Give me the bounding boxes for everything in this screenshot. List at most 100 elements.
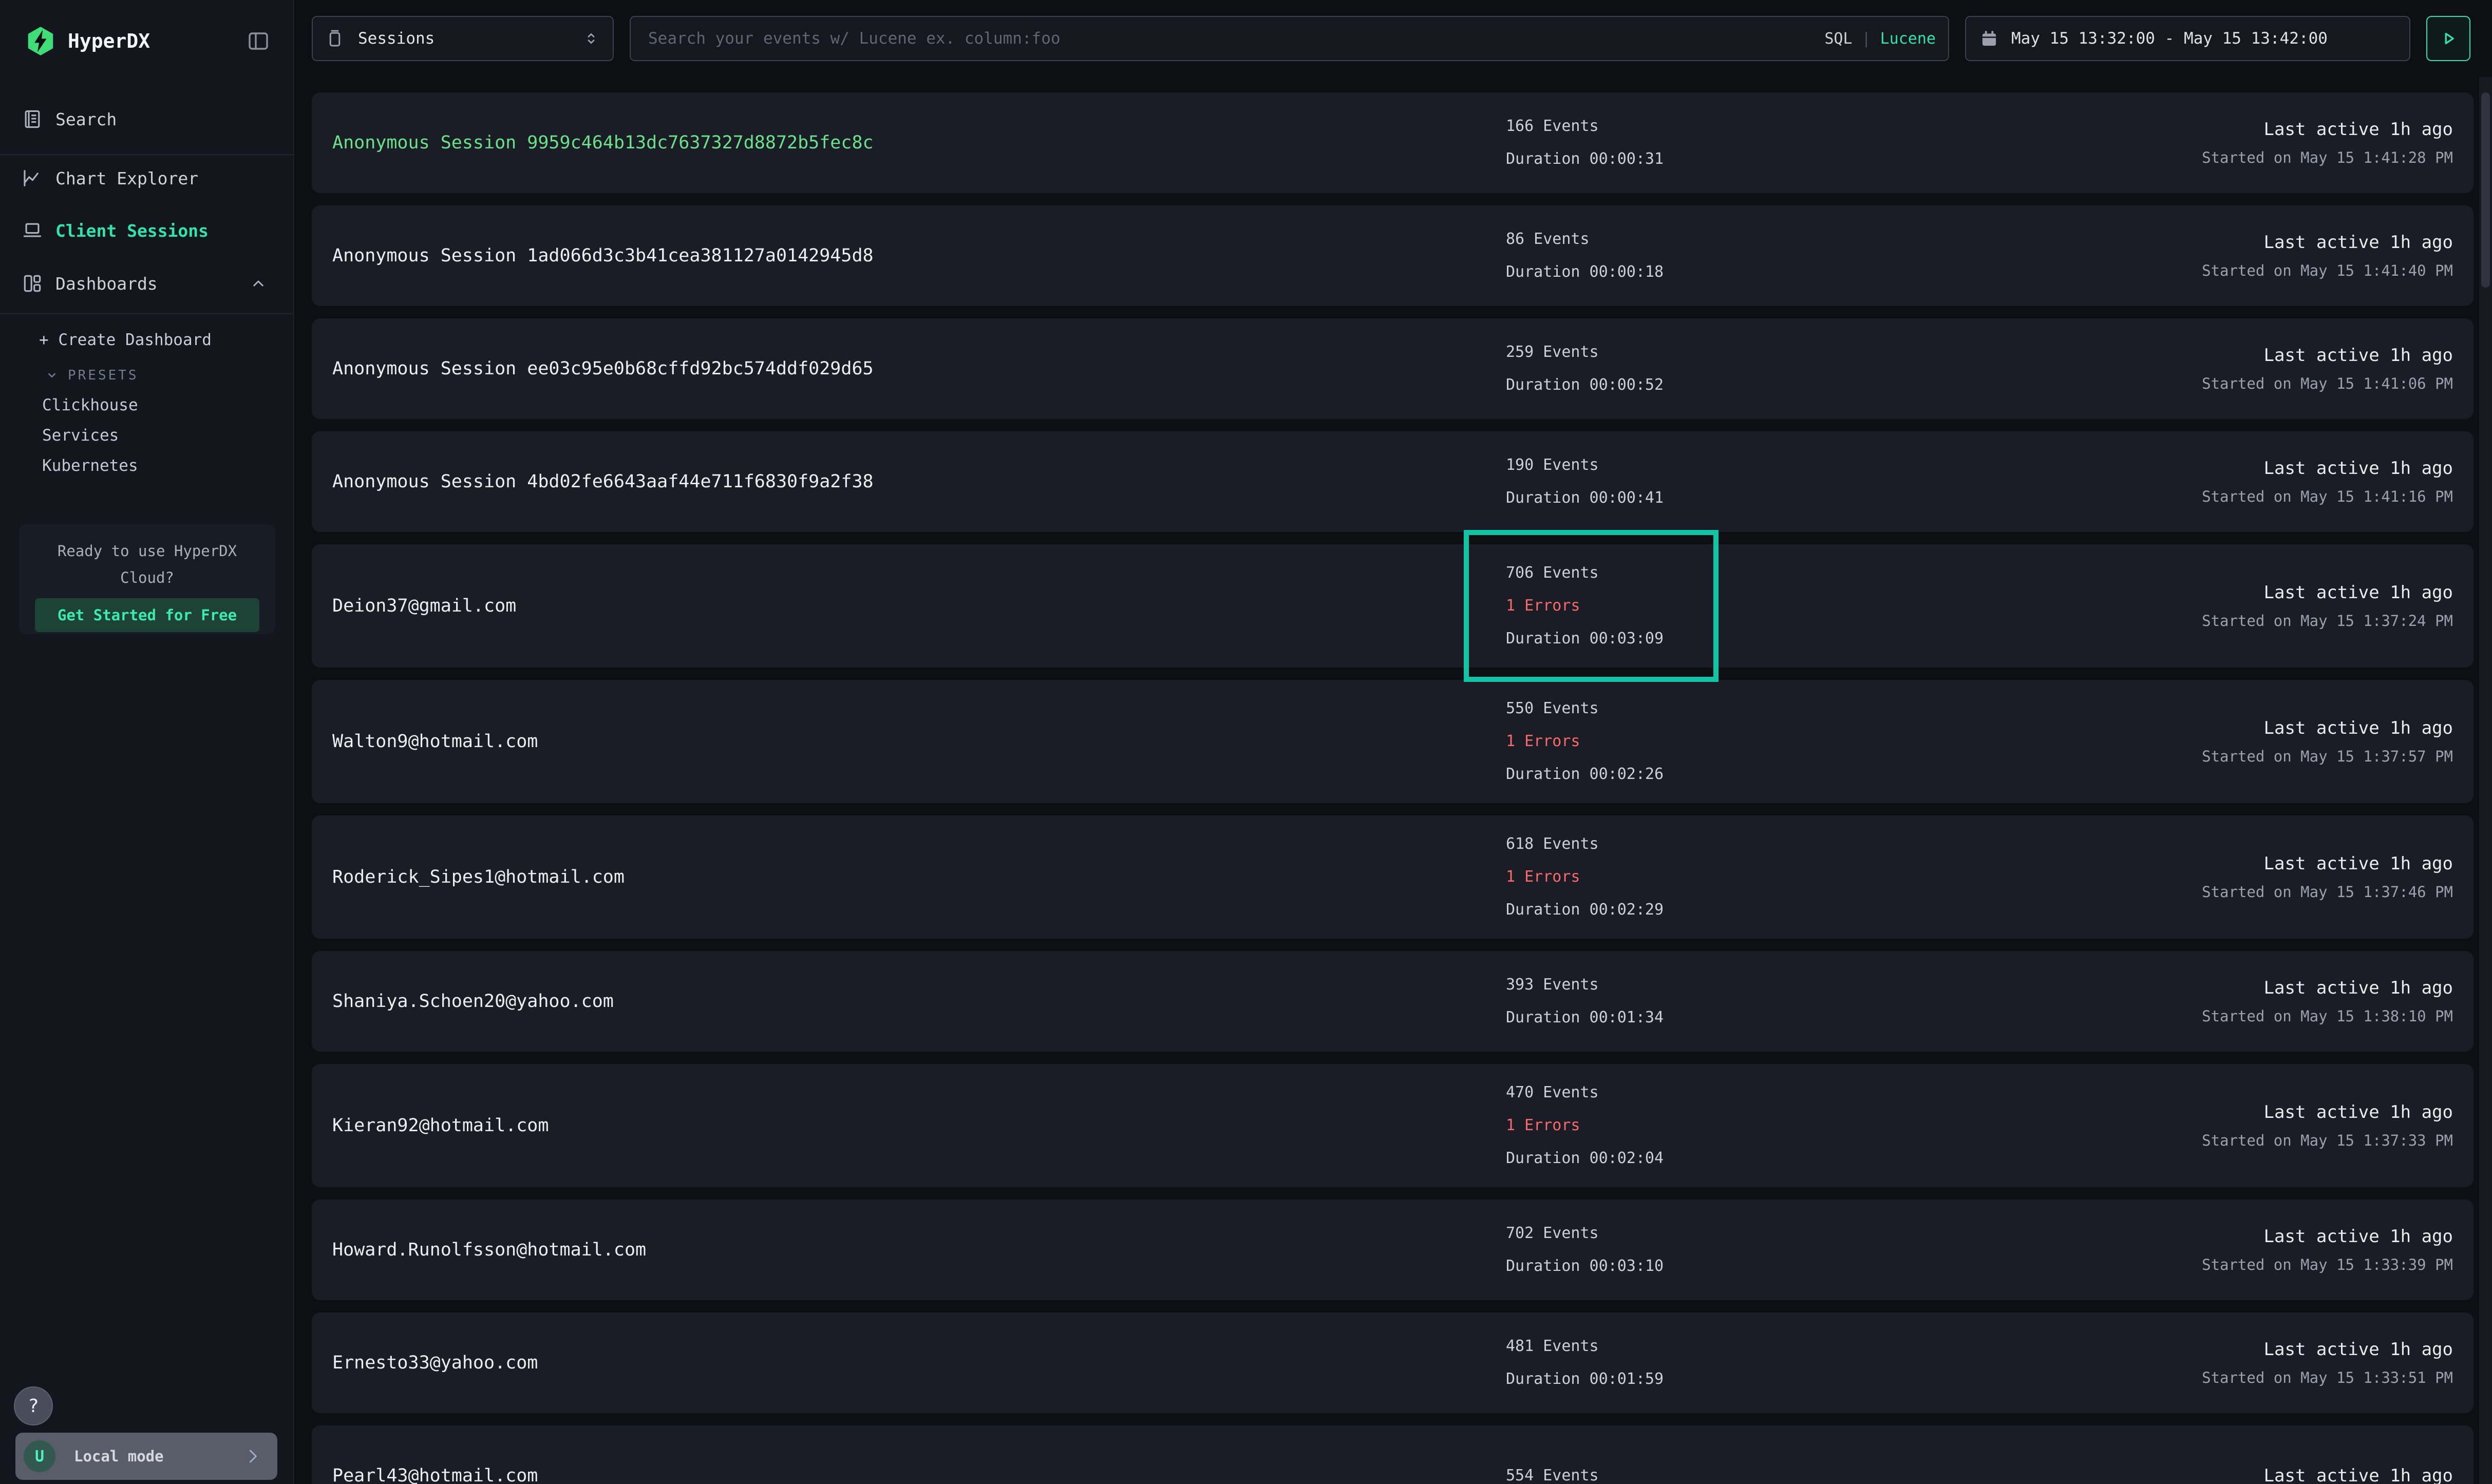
get-started-button[interactable]: Get Started for Free — [35, 598, 259, 632]
session-name: Anonymous Session 1ad066d3c3b41cea381127… — [332, 245, 874, 266]
session-name: Pearl43@hotmail.com — [332, 1466, 538, 1484]
session-times: Last active 1h ago Started on May 15 1:3… — [2202, 718, 2453, 765]
session-times: Last active 1h ago Started on May 15 1:3… — [2202, 1102, 2453, 1149]
divider — [0, 154, 294, 155]
sidebar-item-chart-explorer[interactable]: Chart Explorer — [0, 162, 294, 195]
session-last-active: Last active 1h ago — [2264, 1466, 2453, 1484]
session-last-active: Last active 1h ago — [2202, 1226, 2453, 1247]
session-last-active: Last active 1h ago — [2202, 718, 2453, 738]
session-stats: 618 Events 1 Errors Duration 00:02:29 — [1506, 828, 1664, 926]
chevron-down-icon — [43, 367, 61, 384]
session-duration: Duration 00:02:26 — [1506, 758, 1664, 791]
scrollbar-thumb[interactable] — [2481, 92, 2490, 288]
session-row[interactable]: Howard.Runolfsson@hotmail.com 702 Events… — [312, 1200, 2474, 1300]
create-dashboard-button[interactable]: + Create Dashboard — [0, 325, 294, 355]
session-started: Started on May 15 1:37:33 PM — [2202, 1132, 2453, 1149]
session-duration: Duration 00:01:34 — [1506, 1001, 1664, 1034]
session-row[interactable]: Roderick_Sipes1@hotmail.com 618 Events 1… — [312, 815, 2474, 939]
run-query-button[interactable] — [2426, 16, 2470, 61]
session-name: Howard.Runolfsson@hotmail.com — [332, 1240, 646, 1260]
session-row[interactable]: Shaniya.Schoen20@yahoo.com 393 Events Du… — [312, 951, 2474, 1052]
sidebar-item-label: Dashboards — [55, 274, 158, 294]
session-row[interactable]: Pearl43@hotmail.com 554 Events Last acti… — [312, 1425, 2474, 1484]
select-updown-icon — [581, 28, 601, 49]
preset-item-clickhouse[interactable]: Clickhouse — [0, 390, 294, 420]
session-name: Anonymous Session 4bd02fe6643aaf44e711f6… — [332, 471, 874, 492]
session-events: 190 Events — [1506, 449, 1664, 482]
chart-icon — [21, 167, 44, 189]
session-times: Last active 1h ago — [2264, 1466, 2453, 1484]
session-times: Last active 1h ago Started on May 15 1:4… — [2202, 119, 2453, 166]
session-row[interactable]: Anonymous Session 1ad066d3c3b41cea381127… — [312, 205, 2474, 306]
time-range-picker[interactable]: May 15 13:32:00 - May 15 13:42:00 — [1965, 16, 2410, 61]
session-events: 702 Events — [1506, 1217, 1664, 1250]
session-row[interactable]: Kieran92@hotmail.com 470 Events 1 Errors… — [312, 1064, 2474, 1187]
source-selector-value: Sessions — [358, 29, 435, 48]
chevron-up-icon[interactable] — [248, 273, 269, 294]
sidebar-item-dashboards[interactable]: Dashboards — [0, 267, 294, 300]
session-last-active: Last active 1h ago — [2202, 119, 2453, 140]
session-duration: Duration 00:01:59 — [1506, 1363, 1664, 1396]
cloud-promo-text: Ready to use HyperDX Cloud? — [19, 538, 275, 591]
session-row[interactable]: Deion37@gmail.com 706 Events 1 Errors Du… — [312, 544, 2474, 668]
sidebar-item-search[interactable]: Search — [0, 103, 294, 136]
source-selector[interactable]: Sessions — [312, 16, 614, 61]
session-started: Started on May 15 1:41:16 PM — [2202, 488, 2453, 505]
app-title: HyperDX — [68, 30, 150, 52]
session-errors: 1 Errors — [1506, 725, 1664, 758]
session-row[interactable]: Walton9@hotmail.com 550 Events 1 Errors … — [312, 680, 2474, 803]
session-events: 481 Events — [1506, 1330, 1664, 1363]
session-events: 166 Events — [1506, 110, 1664, 143]
session-stats: 550 Events 1 Errors Duration 00:02:26 — [1506, 692, 1664, 791]
session-errors: 1 Errors — [1506, 589, 1664, 622]
session-events: 554 Events — [1506, 1459, 1599, 1484]
sidebar-item-client-sessions[interactable]: Client Sessions — [0, 214, 294, 247]
local-mode-button[interactable]: U Local mode — [15, 1433, 277, 1480]
session-times: Last active 1h ago Started on May 15 1:3… — [2202, 1339, 2453, 1386]
session-duration: Duration 00:00:41 — [1506, 482, 1664, 515]
sql-mode-button[interactable]: SQL — [1824, 30, 1852, 48]
search-input[interactable] — [648, 29, 1824, 48]
session-started: Started on May 15 1:38:10 PM — [2202, 1007, 2453, 1025]
help-button[interactable]: ? — [14, 1386, 53, 1425]
session-name: Ernesto33@yahoo.com — [332, 1353, 538, 1373]
session-row[interactable]: Anonymous Session ee03c95e0b68cffd92bc57… — [312, 318, 2474, 419]
session-started: Started on May 15 1:41:06 PM — [2202, 375, 2453, 392]
session-times: Last active 1h ago Started on May 15 1:4… — [2202, 345, 2453, 392]
session-started: Started on May 15 1:41:28 PM — [2202, 149, 2453, 166]
session-started: Started on May 15 1:37:57 PM — [2202, 748, 2453, 765]
session-row[interactable]: Anonymous Session 4bd02fe6643aaf44e711f6… — [312, 431, 2474, 532]
session-name: Anonymous Session 9959c464b13dc7637327d8… — [332, 132, 874, 153]
presets-label: PRESETS — [68, 368, 139, 383]
query-language-toggle: SQL | Lucene — [1824, 30, 1936, 48]
session-times: Last active 1h ago Started on May 15 1:3… — [2202, 582, 2453, 630]
preset-item-kubernetes[interactable]: Kubernetes — [0, 451, 294, 481]
session-stats: 554 Events — [1506, 1459, 1599, 1484]
session-events: 550 Events — [1506, 692, 1664, 725]
preset-item-services[interactable]: Services — [0, 421, 294, 450]
session-last-active: Last active 1h ago — [2202, 458, 2453, 479]
lucene-mode-button[interactable]: Lucene — [1880, 30, 1936, 48]
preset-label: Kubernetes — [0, 456, 138, 475]
session-name: Roderick_Sipes1@hotmail.com — [332, 867, 625, 887]
session-list: Anonymous Session 9959c464b13dc7637327d8… — [312, 92, 2474, 1484]
presets-toggle[interactable]: PRESETS — [0, 360, 294, 390]
session-events: 706 Events — [1506, 557, 1664, 589]
session-stats: 393 Events Duration 00:01:34 — [1506, 968, 1664, 1034]
session-last-active: Last active 1h ago — [2202, 345, 2453, 366]
session-last-active: Last active 1h ago — [2202, 1102, 2453, 1122]
search-logs-icon — [21, 108, 44, 130]
session-times: Last active 1h ago Started on May 15 1:4… — [2202, 232, 2453, 279]
session-row[interactable]: Ernesto33@yahoo.com 481 Events Duration … — [312, 1312, 2474, 1413]
session-stats: 190 Events Duration 00:00:41 — [1506, 449, 1664, 515]
session-name: Deion37@gmail.com — [332, 596, 516, 616]
sidebar-collapse-icon[interactable] — [245, 29, 272, 53]
session-errors: 1 Errors — [1506, 861, 1664, 893]
session-started: Started on May 15 1:41:40 PM — [2202, 262, 2453, 279]
session-events: 86 Events — [1506, 223, 1664, 256]
divider — [0, 313, 294, 314]
session-last-active: Last active 1h ago — [2202, 582, 2453, 603]
session-row[interactable]: Anonymous Session 9959c464b13dc7637327d8… — [312, 92, 2474, 193]
search-bar: SQL | Lucene — [630, 16, 1949, 61]
session-stats: 166 Events Duration 00:00:31 — [1506, 110, 1664, 176]
